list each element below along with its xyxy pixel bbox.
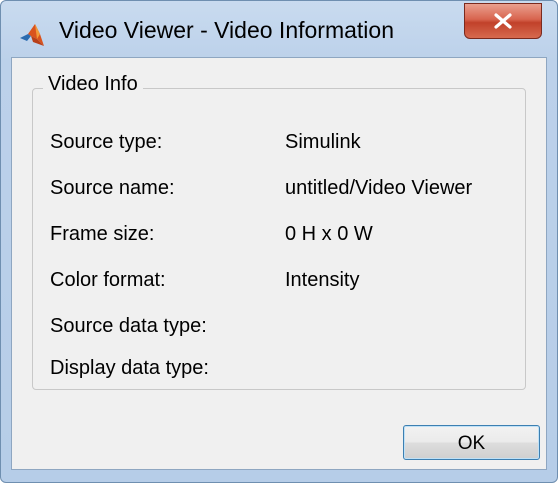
info-label: Source type: — [50, 131, 163, 153]
window-title: Video Viewer - Video Information — [59, 17, 394, 43]
info-label: Source data type: — [50, 315, 207, 337]
info-label: Color format: — [50, 269, 166, 291]
close-button[interactable] — [464, 3, 542, 39]
info-value: 0 H x 0 W — [285, 223, 373, 245]
info-value: Intensity — [285, 269, 360, 291]
info-label: Frame size: — [50, 223, 155, 245]
dialog-body: Video Info Source type: Simulink Source … — [11, 57, 547, 470]
info-value: Simulink — [285, 131, 361, 153]
close-icon — [494, 13, 512, 29]
dialog-window: Video Viewer - Video Information Video I… — [0, 0, 558, 483]
title-bar[interactable]: Video Viewer - Video Information — [1, 1, 557, 57]
info-label: Display data type: — [50, 357, 209, 379]
video-info-group: Video Info Source type: Simulink Source … — [32, 73, 526, 390]
matlab-logo-icon — [20, 24, 44, 46]
ok-button[interactable]: OK — [403, 425, 540, 460]
info-value: untitled/Video Viewer — [285, 177, 473, 199]
info-label: Source name: — [50, 177, 175, 199]
group-title: Video Info — [43, 73, 143, 96]
